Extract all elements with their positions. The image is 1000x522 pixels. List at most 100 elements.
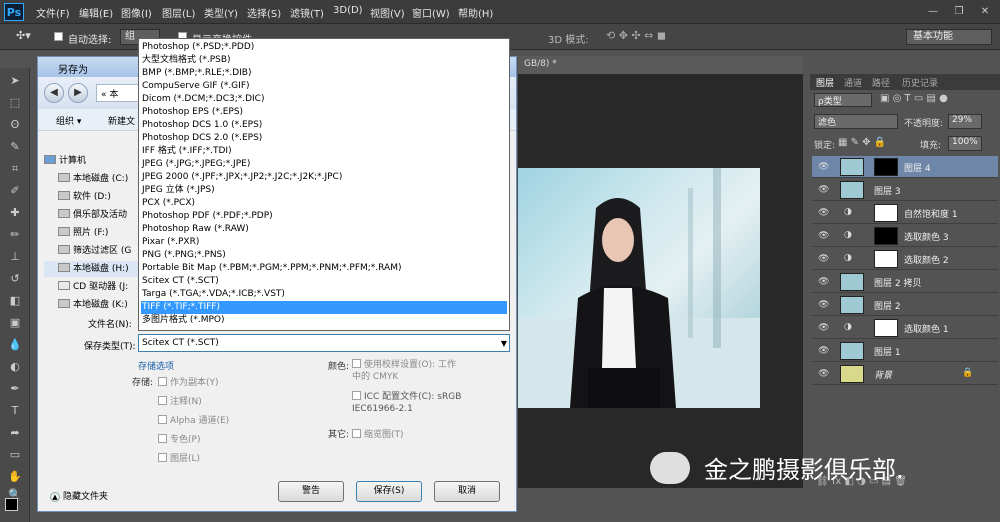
blur-tool-icon[interactable]: 💧 (7, 338, 23, 352)
fill-input[interactable]: 100% (948, 136, 982, 151)
eye-icon[interactable]: 👁 (818, 277, 829, 287)
format-option-selected[interactable]: TIFF (*.TIF;*.TIFF) (141, 301, 507, 314)
layer-row[interactable]: 👁 图层 4 (812, 156, 998, 178)
layer-row[interactable]: 👁 ◑ 自然饱和度 1 (812, 202, 998, 224)
eye-icon[interactable]: 👁 (818, 346, 829, 356)
format-option[interactable]: PCX (*.PCX) (141, 197, 507, 210)
layers-checkbox[interactable]: 图层(L) (158, 451, 200, 464)
tree-item[interactable]: 照片 (F:) (58, 225, 108, 241)
gradient-tool-icon[interactable]: ▣ (7, 316, 23, 330)
format-option[interactable]: JPEG 2000 (*.JPF;*.JPX;*.JP2;*.J2C;*.J2K… (141, 171, 507, 184)
healing-tool-icon[interactable]: ✚ (7, 206, 23, 220)
thumbnail-checkbox[interactable]: 缩览图(T) (352, 427, 404, 440)
format-option[interactable]: Scitex CT (*.SCT) (141, 275, 507, 288)
close-icon[interactable]: ✕ (976, 4, 994, 20)
format-option[interactable]: PNG (*.PNG;*.PNS) (141, 249, 507, 262)
history-brush-icon[interactable]: ↺ (7, 272, 23, 286)
menu-help[interactable]: 帮助(H) (458, 5, 493, 20)
icc-checkbox[interactable]: ICC 配置文件(C): sRGB IEC61966-2.1 (352, 391, 464, 415)
format-option[interactable]: Photoshop PDF (*.PDF;*.PDP) (141, 210, 507, 223)
blend-mode-dropdown[interactable]: 滤色 (814, 114, 898, 129)
tab-layers[interactable]: 图层 (816, 76, 834, 89)
format-option[interactable]: BMP (*.BMP;*.RLE;*.DIB) (141, 67, 507, 80)
format-option[interactable]: Photoshop Raw (*.RAW) (141, 223, 507, 236)
layer-row[interactable]: 👁 ◑ 选取颜色 1 (812, 317, 998, 339)
lasso-tool-icon[interactable]: ʘ (7, 118, 23, 132)
format-option[interactable]: JPEG (*.JPG;*.JPEG;*.JPE) (141, 158, 507, 171)
tab-history[interactable]: 历史记录 (902, 76, 938, 89)
lock-icons[interactable]: ▦ ✎ ✥ 🔒 (838, 137, 886, 148)
format-option[interactable]: CompuServe GIF (*.GIF) (141, 80, 507, 93)
tab-channels[interactable]: 通道 (844, 76, 862, 89)
path-select-tool-icon[interactable]: ➦ (7, 426, 23, 440)
3d-tools-icon[interactable]: ⟲ ✥ ✣ ⇔ ◼ (606, 29, 666, 42)
eye-icon[interactable]: 👁 (818, 208, 829, 218)
use-proof-checkbox[interactable]: 使用校样设置(O): 工作中的 CMYK (352, 359, 464, 383)
crop-tool-icon[interactable]: ⌗ (7, 162, 23, 176)
eye-icon[interactable]: 👁 (818, 323, 829, 333)
notes-checkbox[interactable]: 注释(N) (158, 394, 202, 407)
layer-kind-filter[interactable]: ρ类型 (814, 93, 872, 107)
layer-row[interactable]: 👁 背景 🔒 (812, 363, 998, 385)
eye-icon[interactable]: 👁 (818, 254, 829, 264)
tree-item[interactable]: 本地磁盘 (K:) (58, 297, 128, 313)
warning-button[interactable]: 警告 (278, 481, 344, 502)
move-tool-icon[interactable]: ➤ (7, 74, 23, 88)
workspace-dropdown[interactable]: 基本功能 (906, 29, 992, 45)
eyedropper-tool-icon[interactable]: ✐ (7, 184, 23, 198)
as-copy-checkbox[interactable]: 作为副本(Y) (158, 375, 219, 388)
tree-item[interactable]: 本地磁盘 (C:) (58, 171, 128, 187)
tree-item[interactable]: 软件 (D:) (58, 189, 111, 205)
menu-image[interactable]: 图像(I) (121, 5, 152, 20)
type-tool-icon[interactable]: T (7, 404, 23, 418)
tree-item[interactable]: 计算机 (44, 153, 86, 169)
tree-item[interactable]: CD 驱动器 (J: (58, 279, 128, 295)
address-bar[interactable]: « 本 (96, 84, 140, 102)
format-option[interactable]: IFF 格式 (*.IFF;*.TDI) (141, 145, 507, 158)
new-folder-button[interactable]: 新建文 (108, 114, 135, 127)
cancel-button[interactable]: 取消 (434, 481, 500, 502)
move-tool-icon[interactable]: ✣▾ (16, 29, 31, 42)
menu-type[interactable]: 类型(Y) (204, 5, 238, 20)
back-icon[interactable]: ◀ (44, 83, 64, 103)
tree-item-selected[interactable]: 本地磁盘 (H:) (44, 261, 140, 277)
eye-icon[interactable]: 👁 (818, 231, 829, 241)
menu-window[interactable]: 窗口(W) (412, 5, 450, 20)
pen-tool-icon[interactable]: ✒ (7, 382, 23, 396)
menu-select[interactable]: 选择(S) (247, 5, 281, 20)
format-option[interactable]: Photoshop (*.PSD;*.PDD) (141, 41, 507, 54)
format-option[interactable]: Targa (*.TGA;*.VDA;*.ICB;*.VST) (141, 288, 507, 301)
menu-filter[interactable]: 滤镜(T) (290, 5, 324, 20)
eraser-tool-icon[interactable]: ◧ (7, 294, 23, 308)
alpha-checkbox[interactable]: Alpha 通道(E) (158, 413, 229, 426)
layer-row[interactable]: 👁 图层 1 (812, 340, 998, 362)
quick-select-tool-icon[interactable]: ✎ (7, 140, 23, 154)
format-option[interactable]: 大型文档格式 (*.PSB) (141, 54, 507, 67)
brush-tool-icon[interactable]: ✏ (7, 228, 23, 242)
layer-filter-icons[interactable]: ▣ ◎ T ▭ ▤ ● (880, 93, 948, 104)
hand-tool-icon[interactable]: ✋ (7, 470, 23, 484)
opacity-input[interactable]: 29% (948, 114, 982, 129)
marquee-tool-icon[interactable]: ⬚ (7, 96, 23, 110)
forward-icon[interactable]: ▶ (68, 83, 88, 103)
format-option[interactable]: 多图片格式 (*.MPO) (141, 314, 507, 327)
format-option[interactable]: Dicom (*.DCM;*.DC3;*.DIC) (141, 93, 507, 106)
format-option[interactable]: Pixar (*.PXR) (141, 236, 507, 249)
tree-item[interactable]: 筛选过滤区 (G (58, 243, 131, 259)
menu-file[interactable]: 文件(F) (36, 5, 70, 20)
eye-icon[interactable]: 👁 (818, 162, 829, 172)
document-tab[interactable]: GB/8) * (518, 56, 803, 74)
shape-tool-icon[interactable]: ▭ (7, 448, 23, 462)
eye-icon[interactable]: 👁 (818, 369, 829, 379)
savetype-select[interactable]: Scitex CT (*.SCT) ▼ (138, 334, 510, 352)
organize-button[interactable]: 组织 ▾ (56, 114, 81, 127)
format-option[interactable]: Photoshop DCS 2.0 (*.EPS) (141, 132, 507, 145)
hide-folders-toggle[interactable]: ▲ 隐藏文件夹 (50, 489, 108, 502)
tab-paths[interactable]: 路径 (872, 76, 890, 89)
save-button[interactable]: 保存(S) (356, 481, 422, 502)
maximize-icon[interactable]: ❐ (950, 4, 968, 20)
menu-3d[interactable]: 3D(D) (333, 5, 363, 16)
stamp-tool-icon[interactable]: ⊥ (7, 250, 23, 264)
format-option[interactable]: Photoshop DCS 1.0 (*.EPS) (141, 119, 507, 132)
auto-select-checkbox[interactable] (54, 32, 63, 41)
